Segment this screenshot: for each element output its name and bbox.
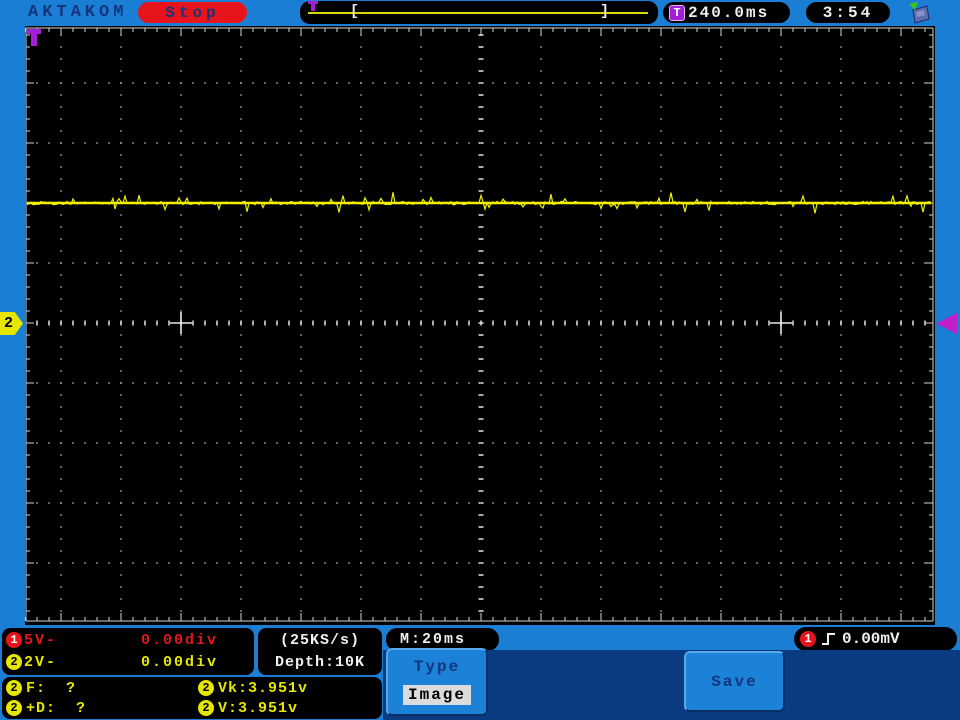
clock-value: 3:54 [823, 4, 873, 22]
trigger-level-arrow-icon[interactable] [936, 313, 957, 334]
meas-ch-badge: 2 [6, 680, 22, 696]
trigger-delay-readout: T 240.0ms [663, 2, 790, 23]
type-menu-label: Type [414, 658, 460, 676]
type-selected-value[interactable]: Image [403, 685, 471, 705]
measurement-box: 2 F: ? 2 Vk:3.951v 2 +D: ? 2 V:3.951v [2, 677, 382, 719]
rising-edge-icon [820, 630, 840, 648]
acquisition-status-badge: Stop [138, 2, 247, 23]
measurement-duty: 2 +D: ? [2, 700, 194, 717]
measurement-freq: 2 F: ? [2, 680, 194, 697]
measurement-vk: 2 Vk:3.951v [194, 680, 308, 697]
ch1-badge: 1 [6, 632, 22, 648]
trigger-level-value: 0.00mV [842, 630, 900, 648]
meas-ch-badge: 2 [198, 700, 214, 716]
save-button[interactable]: Save [684, 651, 785, 712]
meas-v-text: V:3.951v [218, 700, 298, 717]
window-bracket-left: [ [350, 3, 359, 21]
acquisition-info-box: (25KS/s) Depth:10K [258, 628, 382, 675]
trigger-position-bar[interactable]: [ ] [300, 1, 658, 24]
meas-freq-text: F: ? [26, 680, 76, 697]
brand-logo: AKTAKOM [28, 3, 127, 22]
ch2-position: 0.00div [141, 654, 254, 671]
oscilloscope-screen: AKTAKOM Stop [ ] T 240.0ms 3:54 2 1 5V [0, 0, 960, 720]
memory-depth: Depth:10K [275, 654, 365, 671]
ch1-readout-row: 1 5V- 0.00div [2, 629, 254, 651]
ch1-position: 0.00div [141, 632, 254, 649]
trigger-t-icon: T [669, 5, 685, 21]
ch2-ground-level-marker[interactable]: 2 [0, 312, 23, 335]
acquisition-status-label: Stop [165, 4, 219, 22]
graticule-grid-and-trace [25, 26, 935, 625]
ch2-badge: 2 [6, 654, 22, 670]
measurement-row: 2 +D: ? 2 V:3.951v [2, 698, 382, 718]
trigger-source-badge: 1 [800, 631, 816, 647]
meas-ch-badge: 2 [6, 700, 22, 716]
ch1-scale: 5V- [24, 632, 57, 649]
trigger-delay-value: 240.0ms [688, 4, 769, 22]
measurement-v: 2 V:3.951v [194, 700, 298, 717]
save-button-label: Save [711, 673, 757, 691]
ch2-marker-label: 2 [4, 315, 13, 332]
trigger-level-readout: 1 0.00mV [794, 627, 957, 651]
graticule [25, 26, 935, 625]
meas-ch-badge: 2 [198, 680, 214, 696]
window-bracket-right: ] [600, 3, 609, 21]
timebase-value: M:20ms [400, 631, 466, 648]
trigger-position-marker-icon[interactable] [308, 1, 318, 11]
channel-readout-box: 1 5V- 0.00div 2 2V- 0.00div [2, 628, 254, 675]
meas-duty-text: +D: ? [26, 700, 86, 717]
ch2-readout-row: 2 2V- 0.00div [2, 651, 254, 673]
meas-vk-text: Vk:3.951v [218, 680, 308, 697]
type-menu-button[interactable]: Type Image [386, 648, 488, 716]
measurement-row: 2 F: ? 2 Vk:3.951v [2, 678, 382, 698]
clock-readout: 3:54 [806, 2, 890, 23]
trigger-horizontal-position-icon[interactable] [27, 28, 43, 48]
sample-rate: (25KS/s) [280, 632, 360, 649]
ch2-scale: 2V- [24, 654, 57, 671]
usb-disk-icon [906, 1, 932, 25]
